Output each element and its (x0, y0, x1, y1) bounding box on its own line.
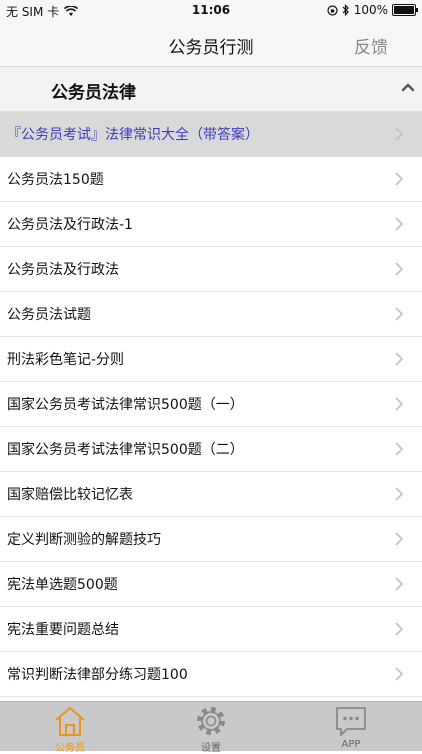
chevron-right-icon (395, 622, 404, 636)
nav-bar: 公务员行测 反馈 (0, 22, 422, 67)
list-item[interactable]: 公务员法150题 (0, 157, 422, 202)
chevron-right-icon (395, 127, 404, 141)
article-list: 『公务员考试』法律常识大全（带答案） 公务员法150题 公务员法及行政法-1 公… (0, 112, 422, 697)
tab-civil-servant[interactable]: 公务员 (25, 702, 115, 754)
chevron-right-icon (395, 577, 404, 591)
status-right: 100% (327, 3, 418, 17)
bluetooth-icon (342, 4, 349, 16)
chat-icon (336, 707, 366, 736)
chevron-right-icon (395, 172, 404, 186)
list-item-label: 公务员法及行政法-1 (7, 217, 133, 233)
chevron-right-icon (395, 397, 404, 411)
chevron-right-icon (395, 487, 404, 501)
chevron-up-icon[interactable] (400, 79, 416, 95)
status-bar: 无 SIM 卡 11:06 100% (0, 0, 422, 22)
list-item[interactable]: 国家公务员考试法律常识500题（一） (0, 382, 422, 427)
list-item[interactable]: 公务员法及行政法 (0, 247, 422, 292)
list-item-label: 宪法重要问题总结 (7, 622, 119, 638)
chevron-right-icon (395, 307, 404, 321)
list-item[interactable]: 刑法彩色笔记-分则 (0, 337, 422, 382)
list-item[interactable]: 宪法重要问题总结 (0, 607, 422, 652)
tab-bar: 公务员 设置 APP (0, 701, 422, 754)
chevron-right-icon (395, 217, 404, 231)
list-item-label: 国家公务员考试法律常识500题（二） (7, 442, 244, 458)
list-item[interactable]: 公务员法及行政法-1 (0, 202, 422, 247)
list-item-label: 宪法单选题500题 (7, 577, 118, 593)
section-header[interactable]: 公务员法律 (0, 67, 422, 112)
list-item-label: 公务员法试题 (7, 307, 91, 323)
chevron-right-icon (395, 667, 404, 681)
tab-label: 公务员 (55, 743, 85, 754)
chevron-right-icon (395, 262, 404, 276)
battery-icon (392, 4, 418, 16)
tab-app[interactable]: APP (306, 702, 396, 751)
list-item[interactable]: 『公务员考试』法律常识大全（带答案） (0, 112, 422, 157)
battery-percent: 100% (353, 3, 388, 17)
feedback-button[interactable]: 反馈 (354, 33, 388, 58)
chevron-right-icon (395, 532, 404, 546)
list-item[interactable]: 公务员法试题 (0, 292, 422, 337)
list-item[interactable]: 常识判断法律部分练习题100 (0, 652, 422, 697)
list-item[interactable]: 定义判断测验的解题技巧 (0, 517, 422, 562)
list-item-label: 公务员法150题 (7, 172, 104, 188)
tab-settings[interactable]: 设置 (166, 702, 256, 754)
list-item[interactable]: 国家赔偿比较记忆表 (0, 472, 422, 517)
list-item-label: 国家赔偿比较记忆表 (7, 487, 133, 503)
orientation-lock-icon (327, 4, 338, 16)
list-item-label: 定义判断测验的解题技巧 (7, 532, 161, 548)
list-item-label: 国家公务员考试法律常识500题（一） (7, 397, 244, 413)
list-item-label: 公务员法及行政法 (7, 262, 119, 278)
chevron-right-icon (395, 442, 404, 456)
list-item[interactable]: 宪法单选题500题 (0, 562, 422, 607)
home-icon (55, 707, 85, 736)
tab-label: APP (341, 739, 361, 750)
tab-label: 设置 (201, 743, 221, 754)
list-item-label: 常识判断法律部分练习题100 (7, 667, 188, 683)
chevron-right-icon (395, 352, 404, 366)
list-item-label: 刑法彩色笔记-分则 (7, 352, 125, 368)
gear-icon (197, 707, 225, 735)
list-item[interactable]: 国家公务员考试法律常识500题（二） (0, 427, 422, 472)
list-item-label: 『公务员考试』法律常识大全（带答案） (7, 127, 259, 143)
section-title: 公务员法律 (51, 83, 136, 103)
